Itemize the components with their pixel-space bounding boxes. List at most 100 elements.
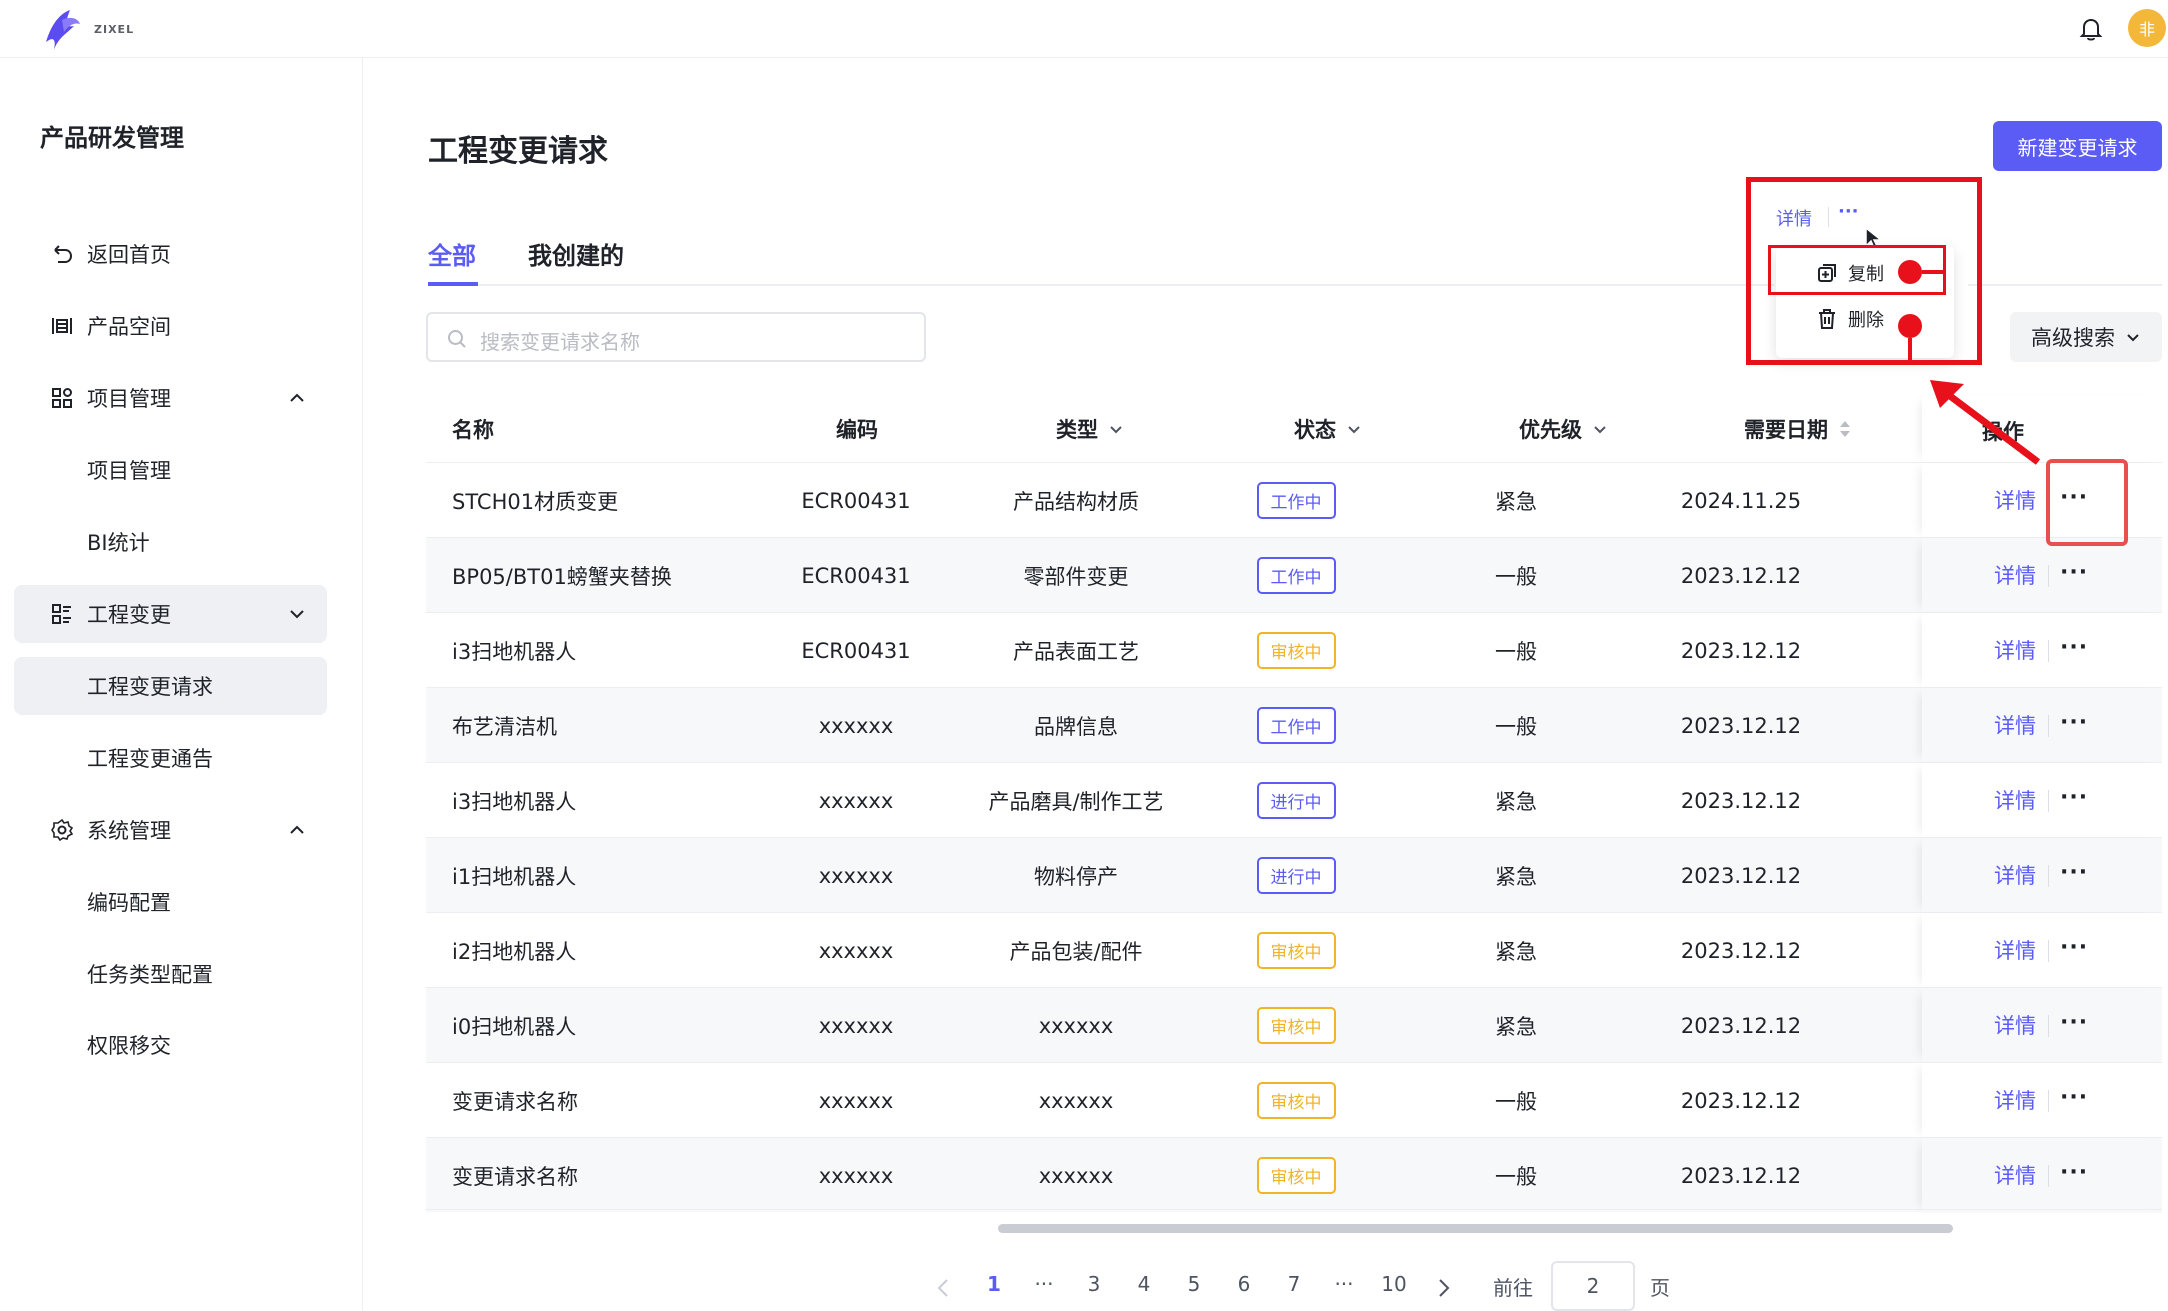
more-actions-button[interactable]: ··· xyxy=(2060,935,2088,960)
sidebar-item-project-management[interactable]: 项目管理 xyxy=(14,369,327,427)
cell-actions: 详情 ··· xyxy=(1922,1138,2162,1213)
table-row[interactable]: 变更请求名称 xxxxxx xxxxxx 审核中 一般 2023.12.12 详情 ··· xyxy=(426,1137,2162,1213)
tab-my-created[interactable]: 我创建的 xyxy=(528,236,624,271)
table-row[interactable]: i3扫地机器人 ECR00431 产品表面工艺 审核中 一般 2023.12.12 详情 ··… xyxy=(426,612,2162,688)
sidebar-subitem-code-config[interactable]: 编码配置 xyxy=(14,873,327,931)
sidebar-subitem-project-management[interactable]: 项目管理 xyxy=(14,441,327,499)
cell-type: 产品结构材质 xyxy=(1013,489,1139,514)
cell-priority: 紧急 xyxy=(1495,489,1537,514)
cell-actions: 详情 ··· xyxy=(1922,1063,2162,1138)
sidebar-item-label: 编码配置 xyxy=(87,891,171,915)
detail-link[interactable]: 详情 xyxy=(1994,485,2036,515)
sidebar-item-product-space[interactable]: 产品空间 xyxy=(14,297,327,355)
cell-priority: 一般 xyxy=(1495,564,1537,589)
sidebar-item-home[interactable]: 返回首页 xyxy=(14,225,327,283)
sidebar-subitem-change-request[interactable]: 工程变更请求 xyxy=(14,657,327,715)
cell-date: 2023.12.12 xyxy=(1680,1163,1802,1188)
cell-code: xxxxxx xyxy=(818,788,894,813)
status-badge: 进行中 xyxy=(1256,782,1336,819)
detail-link[interactable]: 详情 xyxy=(1994,1085,2036,1115)
pagination: 1 ··· 3 4 5 6 7 ··· 10 前往 2 页 xyxy=(0,1261,2168,1311)
table-row[interactable]: STCH01材质变更 ECR00431 产品结构材质 工作中 紧急 2024.11.25 详… xyxy=(426,462,2162,538)
goto-page-input[interactable]: 2 xyxy=(1551,1261,1635,1311)
cell-date: 2023.12.12 xyxy=(1680,788,1802,813)
sidebar-subitem-change-notice[interactable]: 工程变更通告 xyxy=(14,729,327,787)
status-badge: 审核中 xyxy=(1256,632,1336,669)
detail-link[interactable]: 详情 xyxy=(1994,1160,2036,1190)
page-number[interactable]: 7 xyxy=(1274,1272,1314,1296)
page-number[interactable]: 6 xyxy=(1224,1272,1264,1296)
more-actions-button[interactable]: ··· xyxy=(2060,560,2088,585)
column-header-priority[interactable]: 优先级 xyxy=(1519,396,1608,462)
advanced-search-button[interactable]: 高级搜索 xyxy=(2010,312,2162,362)
cell-date: 2023.12.12 xyxy=(1680,563,1802,588)
more-actions-button[interactable]: ··· xyxy=(2060,1085,2088,1110)
page-number[interactable]: 1 xyxy=(974,1272,1014,1296)
tab-all[interactable]: 全部 xyxy=(428,236,476,271)
new-change-request-button[interactable]: 新建变更请求 xyxy=(1993,121,2162,171)
column-header-status[interactable]: 状态 xyxy=(1294,396,1362,462)
detail-link[interactable]: 详情 xyxy=(1994,860,2036,890)
table-row[interactable]: i0扫地机器人 xxxxxx xxxxxx 审核中 紧急 2023.12.12 详情 ··· xyxy=(426,987,2162,1063)
page-number[interactable]: 5 xyxy=(1174,1272,1214,1296)
sidebar-subitem-permission-transfer[interactable]: 权限移交 xyxy=(14,1016,327,1074)
search-input[interactable]: 搜索变更请求名称 xyxy=(426,312,926,362)
table-bottom-border xyxy=(426,1209,2162,1210)
page-ellipsis[interactable]: ··· xyxy=(1024,1272,1064,1296)
horizontal-scrollbar[interactable] xyxy=(998,1224,1953,1233)
cell-actions: 详情 ··· xyxy=(1922,988,2162,1063)
table-row[interactable]: 布艺清洁机 xxxxxx 品牌信息 工作中 一般 2023.12.12 详情 ··· xyxy=(426,687,2162,763)
goto-label: 前往 xyxy=(1493,1276,1533,1300)
more-actions-button[interactable]: ··· xyxy=(2060,1010,2088,1035)
more-actions-button[interactable]: ··· xyxy=(2060,860,2088,885)
more-actions-button[interactable]: ··· xyxy=(2060,710,2088,735)
detail-link[interactable]: 详情 xyxy=(1994,560,2036,590)
sort-icon xyxy=(1840,421,1850,437)
sidebar-item-label: 项目管理 xyxy=(87,387,171,411)
annotation-arrow xyxy=(1930,380,2041,465)
more-actions-button[interactable]: ··· xyxy=(2060,1160,2088,1185)
gear-icon xyxy=(51,818,74,842)
table-row[interactable]: 变更请求名称 xxxxxx xxxxxx 审核中 一般 2023.12.12 详情 ··· xyxy=(426,1062,2162,1138)
detail-link[interactable]: 详情 xyxy=(1994,935,2036,965)
sidebar-item-system-management[interactable]: 系统管理 xyxy=(14,801,327,859)
table-row[interactable]: i3扫地机器人 xxxxxx 产品磨具/制作工艺 进行中 紧急 2023.12.12 详情 ·… xyxy=(426,762,2162,838)
sidebar-item-label: 工程变更通告 xyxy=(87,747,213,771)
detail-link[interactable]: 详情 xyxy=(1994,635,2036,665)
sidebar-item-label: 项目管理 xyxy=(87,459,171,483)
detail-link[interactable]: 详情 xyxy=(1994,1010,2036,1040)
more-actions-button[interactable]: ··· xyxy=(2060,785,2088,810)
detail-link[interactable]: 详情 xyxy=(1994,785,2036,815)
cell-date: 2023.12.12 xyxy=(1680,863,1802,888)
next-page-icon[interactable] xyxy=(1432,1276,1454,1300)
table-row[interactable]: BP05/BT01螃蟹夹替换 ECR00431 零部件变更 工作中 一般 2023.12.… xyxy=(426,537,2162,613)
cell-type: 品牌信息 xyxy=(1034,714,1118,739)
column-header-date[interactable]: 需要日期 xyxy=(1744,396,1852,462)
logo-icon xyxy=(46,10,80,50)
notification-bell-icon[interactable] xyxy=(2076,14,2106,44)
more-actions-button[interactable]: ··· xyxy=(2060,635,2088,660)
table-row[interactable]: i2扫地机器人 xxxxxx 产品包装/配件 审核中 紧急 2023.12.12 详情 ··· xyxy=(426,912,2162,988)
page-number[interactable]: 4 xyxy=(1124,1272,1164,1296)
cell-priority: 紧急 xyxy=(1495,1014,1537,1039)
logo[interactable]: ZIXEL xyxy=(36,4,134,54)
table-row[interactable]: i1扫地机器人 xxxxxx 物料停产 进行中 紧急 2023.12.12 详情 ··· xyxy=(426,837,2162,913)
chevron-down-icon xyxy=(1348,426,1360,434)
page-ellipsis[interactable]: ··· xyxy=(1324,1272,1364,1296)
sidebar-item-engineering-change[interactable]: 工程变更 xyxy=(14,585,327,643)
cell-priority: 紧急 xyxy=(1495,939,1537,964)
sidebar-subitem-bi-stats[interactable]: BI统计 xyxy=(14,513,327,571)
action-separator xyxy=(2048,640,2049,662)
sidebar-subitem-task-type-config[interactable]: 任务类型配置 xyxy=(14,945,327,1003)
list-icon xyxy=(52,604,71,624)
page-number[interactable]: 3 xyxy=(1074,1272,1114,1296)
sidebar: 产品研发管理 返回首页 产品空间 项目管理 项目管理 BI统计 工程变更 工程变… xyxy=(0,58,363,1311)
status-badge: 进行中 xyxy=(1256,857,1336,894)
column-header-type[interactable]: 类型 xyxy=(1056,396,1124,462)
page-number[interactable]: 10 xyxy=(1374,1272,1414,1296)
prev-page-icon[interactable] xyxy=(933,1276,955,1300)
logo-text: ZIXEL xyxy=(94,22,135,36)
status-badge: 审核中 xyxy=(1256,1007,1336,1044)
detail-link[interactable]: 详情 xyxy=(1994,710,2036,740)
avatar[interactable]: 非 xyxy=(2128,9,2166,47)
